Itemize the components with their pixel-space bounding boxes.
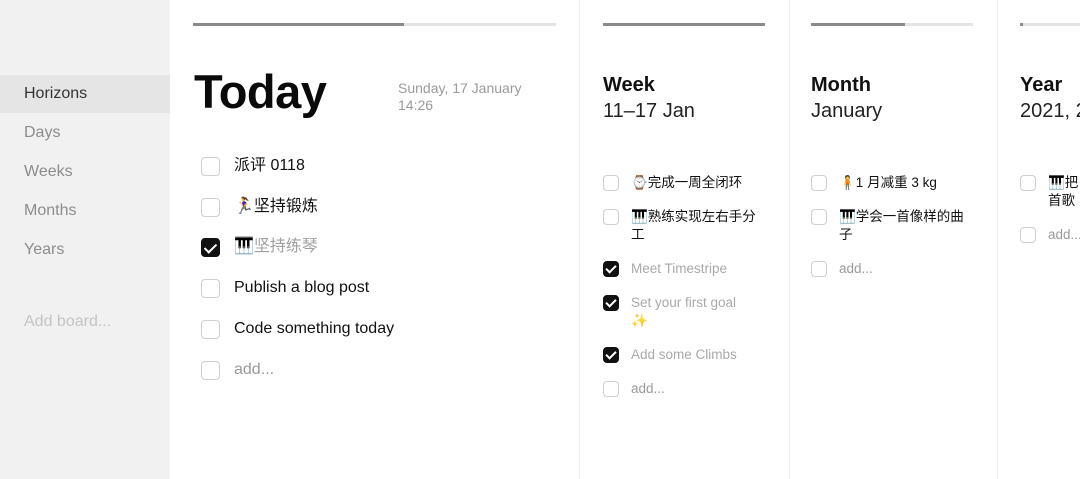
task-label-line: 🎹学会一首像样的曲 (839, 209, 964, 224)
task-checkbox[interactable] (603, 295, 619, 311)
task-item[interactable]: Set your first goal ✨ (603, 294, 736, 330)
task-label-line: 首歌 (1048, 193, 1075, 208)
task-label[interactable]: 派评 0118 (234, 156, 305, 176)
year-title: Year (1020, 74, 1063, 96)
task-item[interactable]: 🏃‍♀️坚持锻炼 (201, 197, 318, 217)
month-progress-bar (811, 23, 973, 26)
add-task-input[interactable]: add... (1048, 226, 1080, 244)
task-label[interactable]: 🏃‍♀️坚持锻炼 (234, 197, 318, 217)
column-divider (579, 0, 580, 479)
sidebar-item-horizons[interactable]: Horizons (0, 75, 170, 113)
add-board-button[interactable]: Add board... (24, 313, 111, 331)
column-divider (997, 0, 998, 479)
task-label[interactable]: 🎹学会一首像样的曲 子 (839, 208, 964, 244)
sidebar-item-days[interactable]: Days (0, 114, 170, 152)
today-time-text: 14:26 (398, 97, 434, 113)
task-item[interactable]: Add some Climbs (603, 346, 737, 364)
add-task-row[interactable]: add... (811, 260, 873, 278)
sparkles-icon: ✨ (631, 313, 648, 328)
task-item[interactable]: 🎹学会一首像样的曲 子 (811, 208, 964, 244)
task-item[interactable]: Code something today (201, 319, 394, 339)
sidebar-item-weeks[interactable]: Weeks (0, 153, 170, 191)
add-task-checkbox (603, 381, 619, 397)
task-label-line: Set your first goal (631, 295, 737, 310)
task-label[interactable]: Meet Timestripe (631, 260, 727, 278)
task-checkbox[interactable] (811, 175, 827, 191)
task-label[interactable]: 🎹把 首歌 (1048, 174, 1078, 210)
add-task-checkbox (811, 261, 827, 277)
task-checkbox[interactable] (201, 238, 220, 257)
task-item[interactable]: 🎹熟练实现左右手分 工 (603, 208, 756, 244)
column-divider (789, 0, 790, 479)
month-progress-fill (811, 23, 905, 26)
today-title: Today (194, 65, 327, 118)
month-subtitle: January (811, 100, 883, 122)
sidebar: Horizons Days Weeks Months Years Add boa… (0, 0, 170, 479)
task-label[interactable]: Publish a blog post (234, 278, 369, 298)
task-label[interactable]: Add some Climbs (631, 346, 737, 364)
task-checkbox[interactable] (603, 209, 619, 225)
task-item[interactable]: Publish a blog post (201, 278, 369, 298)
task-item[interactable]: 派评 0118 (201, 156, 305, 176)
task-checkbox[interactable] (603, 347, 619, 363)
week-progress-bar (603, 23, 765, 26)
task-checkbox[interactable] (201, 320, 220, 339)
task-item[interactable]: ⌚完成一周全闭环 (603, 174, 742, 192)
add-task-row[interactable]: add... (201, 360, 274, 380)
add-task-input[interactable]: add... (839, 260, 873, 278)
add-task-input[interactable]: add... (234, 360, 274, 380)
task-checkbox[interactable] (201, 198, 220, 217)
task-label-line: 🎹把 (1048, 175, 1079, 190)
task-label-line: 🎹熟练实现左右手分 (631, 209, 756, 224)
task-checkbox[interactable] (603, 175, 619, 191)
week-subtitle: 11–17 Jan (603, 100, 695, 122)
task-item[interactable]: 🎹坚持练琴 (201, 237, 318, 257)
add-task-row[interactable]: add... (603, 380, 665, 398)
task-label-line: 工 (631, 227, 645, 242)
month-title: Month (811, 74, 871, 96)
task-checkbox[interactable] (811, 209, 827, 225)
today-progress-fill (193, 23, 404, 26)
today-progress-bar (193, 23, 556, 26)
task-item[interactable]: 🎹把 首歌 (1020, 174, 1078, 210)
task-label[interactable]: Code something today (234, 319, 394, 339)
task-label-line: 子 (839, 227, 853, 242)
today-date-text: Sunday, 17 January (398, 80, 522, 96)
week-title: Week (603, 74, 655, 96)
task-label[interactable]: 🎹坚持练琴 (234, 237, 318, 257)
add-task-input[interactable]: add... (631, 380, 665, 398)
today-date: Sunday, 17 January 14:26 (398, 80, 522, 114)
task-label[interactable]: 🎹熟练实现左右手分 工 (631, 208, 756, 244)
task-label[interactable]: Set your first goal ✨ (631, 294, 736, 330)
task-label[interactable]: ⌚完成一周全闭环 (631, 174, 742, 192)
add-task-checkbox (201, 361, 220, 380)
task-checkbox[interactable] (603, 261, 619, 277)
task-label[interactable]: 🧍1 月减重 3 kg (839, 174, 937, 192)
add-task-row[interactable]: add... (1020, 226, 1080, 244)
year-subtitle: 2021, 2 (1020, 100, 1080, 122)
add-task-checkbox (1020, 227, 1036, 243)
task-checkbox[interactable] (1020, 175, 1036, 191)
week-progress-fill (603, 23, 765, 26)
year-progress-bar (1020, 23, 1080, 26)
year-progress-fill (1020, 23, 1023, 26)
task-item[interactable]: Meet Timestripe (603, 260, 727, 278)
sidebar-item-months[interactable]: Months (0, 192, 170, 230)
sidebar-item-years[interactable]: Years (0, 231, 170, 269)
task-item[interactable]: 🧍1 月减重 3 kg (811, 174, 937, 192)
task-checkbox[interactable] (201, 279, 220, 298)
task-checkbox[interactable] (201, 157, 220, 176)
